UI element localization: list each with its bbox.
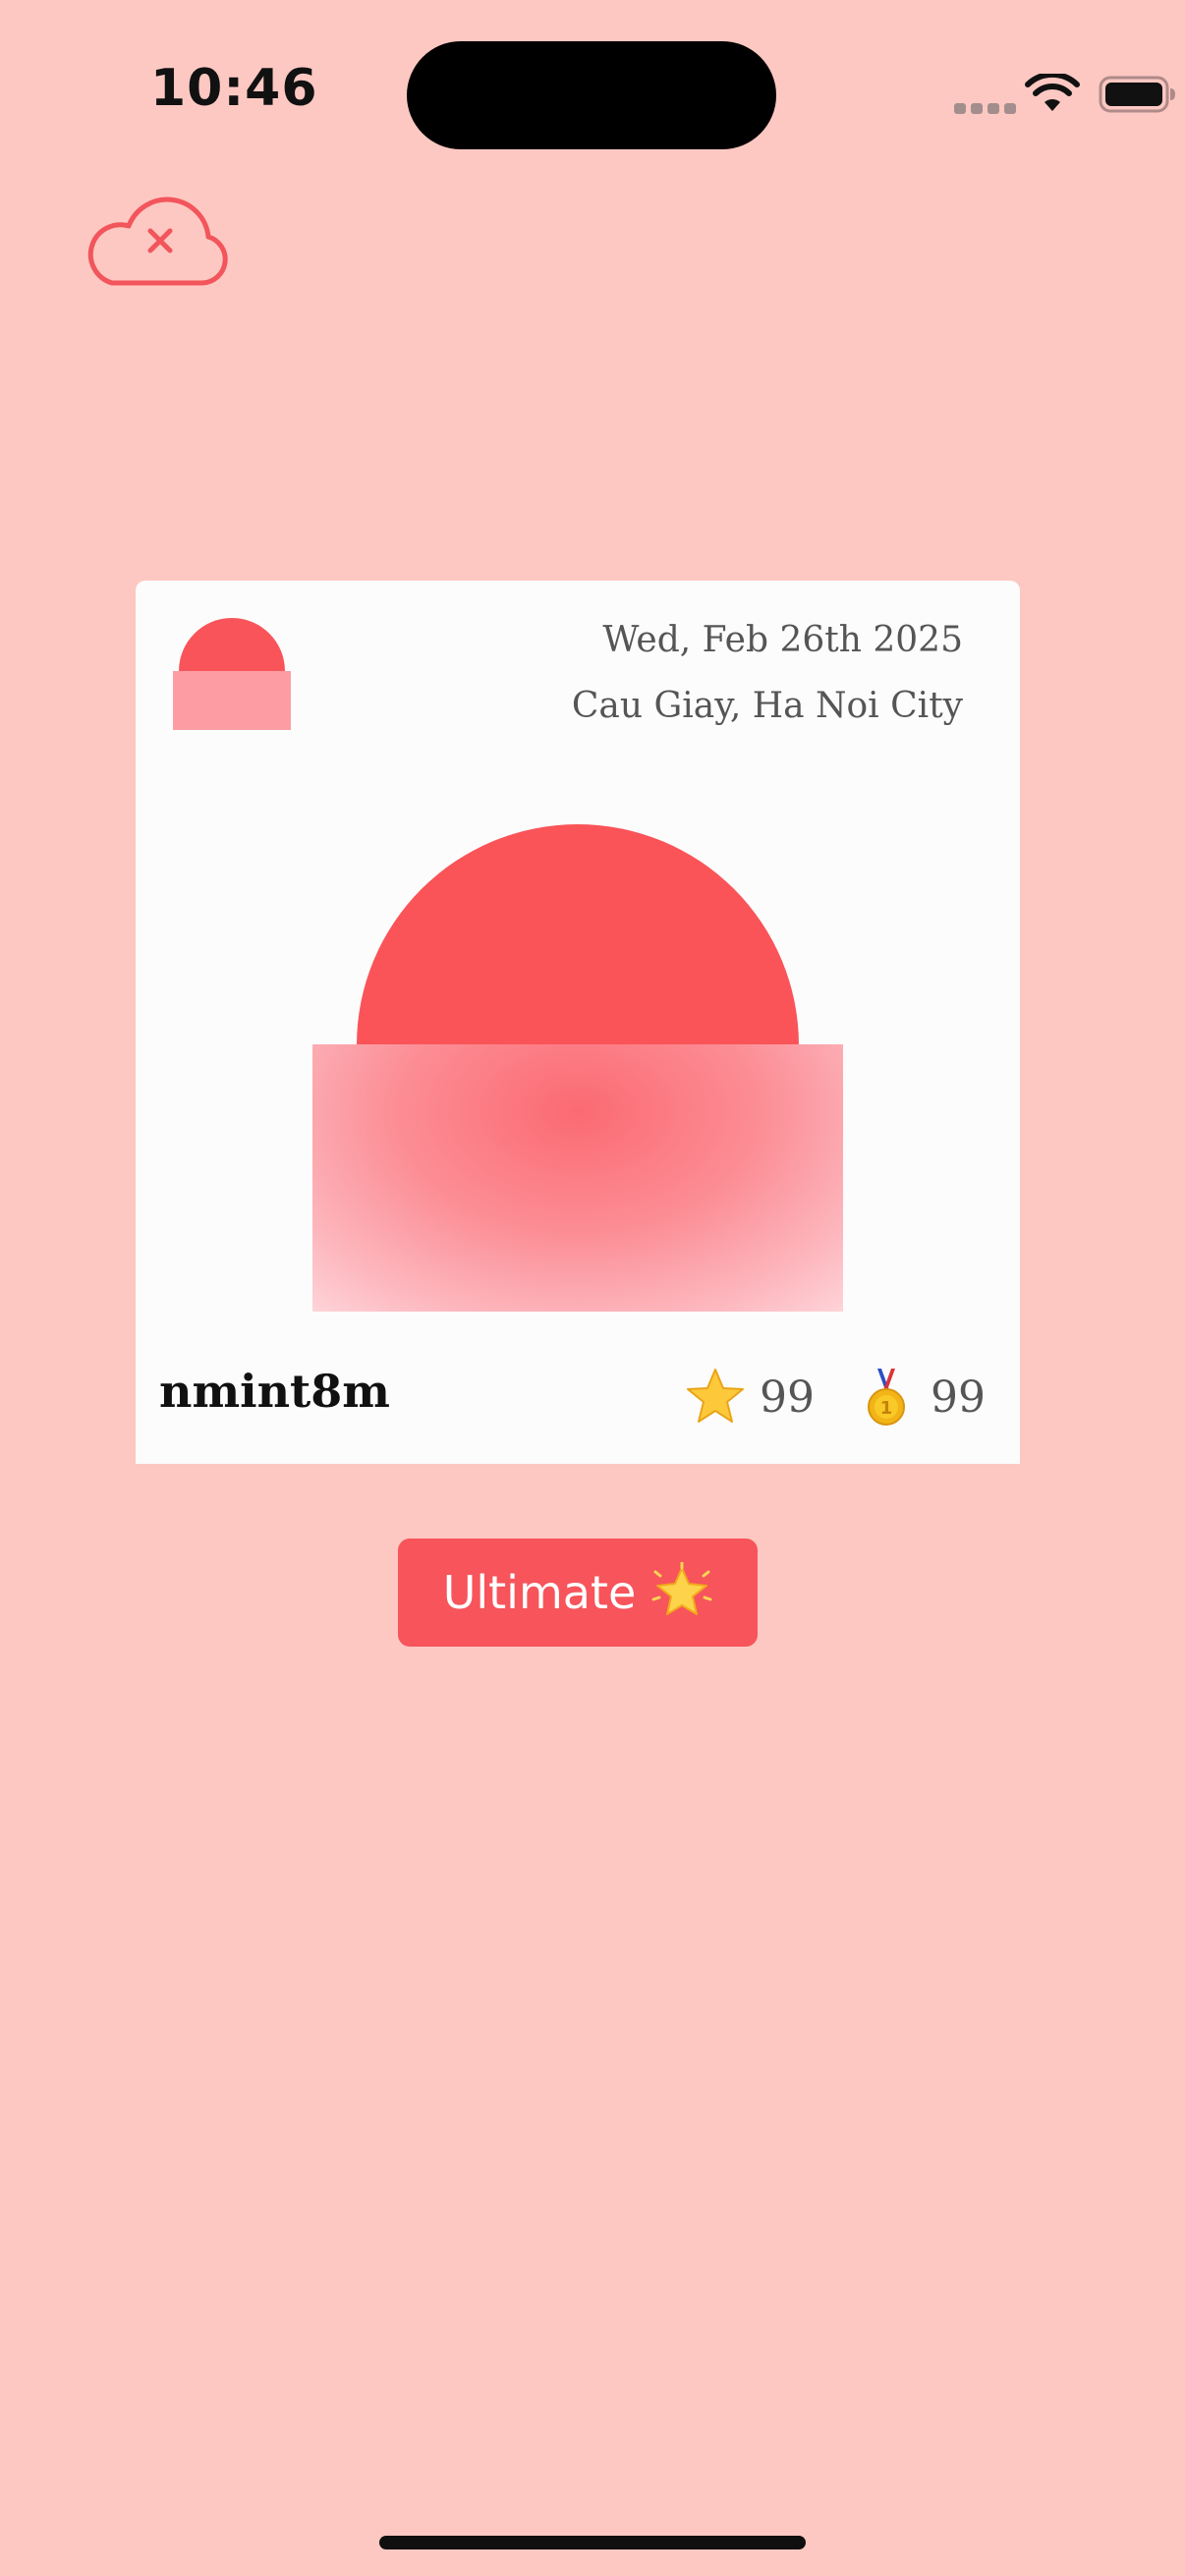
sparkle-star-icon xyxy=(651,1562,712,1615)
status-time: 10:46 xyxy=(150,59,318,118)
medal-count: 99 xyxy=(931,1372,986,1423)
dynamic-island xyxy=(407,41,776,149)
avatar[interactable] xyxy=(173,618,291,734)
post-artwork xyxy=(312,824,843,1313)
star-count: 99 xyxy=(760,1372,815,1423)
star-stat[interactable]: 99 xyxy=(685,1367,815,1428)
svg-text:1: 1 xyxy=(880,1398,893,1419)
post-date: Wed, Feb 26th 2025 xyxy=(602,620,963,660)
wifi-icon xyxy=(1025,74,1080,111)
ultimate-button-label: Ultimate xyxy=(442,1566,637,1619)
post-location: Cau Giay, Ha Noi City xyxy=(571,686,963,726)
medal-icon: 1 xyxy=(868,1369,905,1426)
ultimate-button[interactable]: Ultimate xyxy=(398,1539,758,1647)
status-icons xyxy=(890,71,1185,120)
home-indicator[interactable] xyxy=(379,2536,806,2549)
cloud-offline-icon xyxy=(87,196,228,286)
cellular-signal-icon xyxy=(954,103,1016,114)
username[interactable]: nmint8m xyxy=(159,1365,390,1418)
medal-stat[interactable]: 1 99 xyxy=(856,1367,986,1428)
cloud-offline-button[interactable] xyxy=(86,187,230,295)
battery-icon xyxy=(1099,76,1175,113)
star-icon xyxy=(687,1369,744,1423)
post-card[interactable]: Wed, Feb 26th 2025 Cau Giay, Ha Noi City… xyxy=(136,581,1020,1464)
